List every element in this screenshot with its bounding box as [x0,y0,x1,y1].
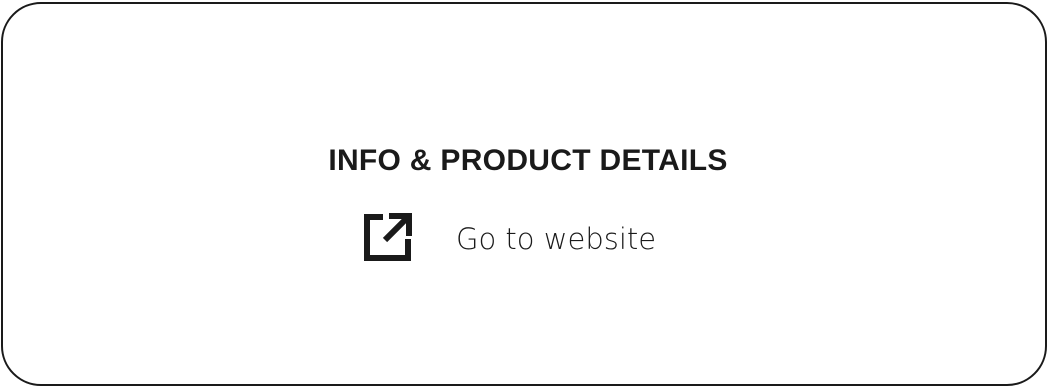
info-card: INFO & PRODUCT DETAILS Go to website [1,2,1047,386]
card-title: INFO & PRODUCT DETAILS [328,144,728,177]
go-to-website-link[interactable]: Go to website [358,209,656,269]
external-link-icon [364,213,412,261]
go-to-website-label: Go to website [456,222,657,256]
